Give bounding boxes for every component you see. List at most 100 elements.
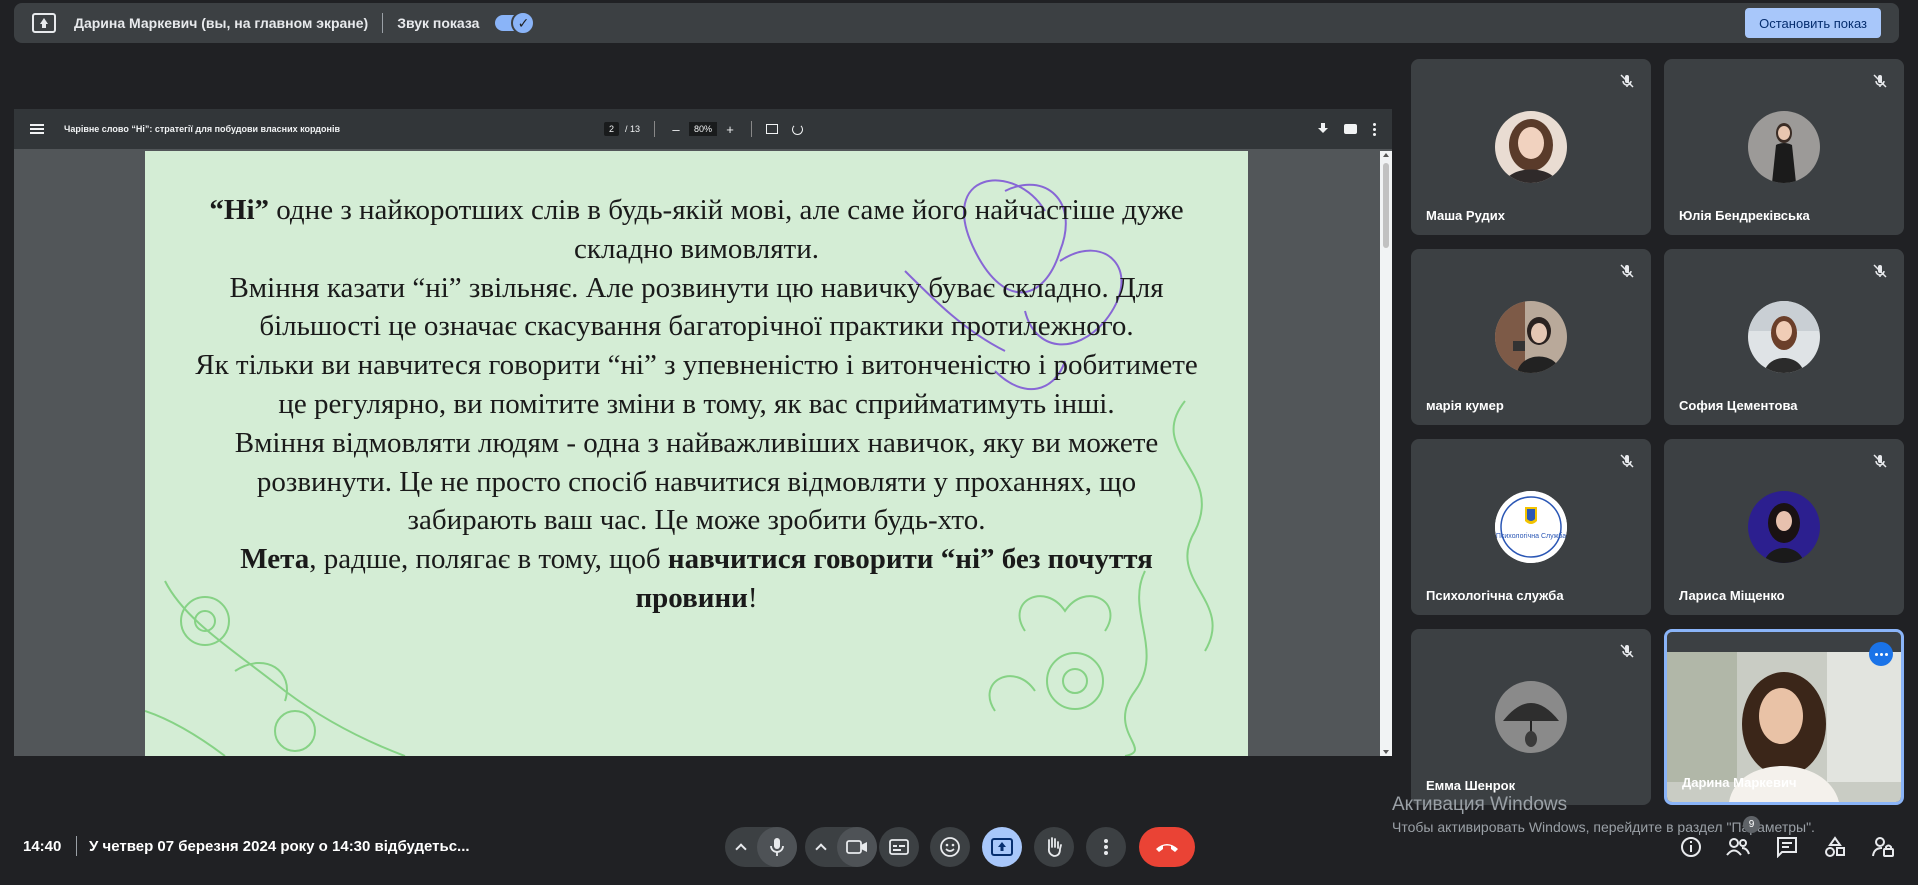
participant-name: Юлія Бендреківська (1679, 208, 1810, 223)
camera-icon (846, 840, 867, 854)
scroll-thumb[interactable] (1383, 163, 1389, 248)
divider (382, 13, 384, 33)
pdf-toolbar: Чарівне слово “Ні”: стратегії для побудо… (14, 109, 1392, 149)
activation-title: Активация Windows (1392, 794, 1568, 815)
participant-tile[interactable]: марія кумер (1411, 249, 1651, 425)
zoom-input[interactable]: 80% (689, 122, 718, 136)
paragraph-2: Вміння казати “ні” звільняє. Але розвину… (229, 271, 1164, 343)
pdf-controls: 2 / 13 – 80% + (604, 109, 804, 149)
paragraph-3: Як тільки ви навчитеся говорити “ні” з у… (195, 349, 1198, 420)
participant-name: Лариса Міщенко (1679, 588, 1785, 603)
reactions-button[interactable] (930, 827, 970, 867)
avatar: Психологічна Служба (1495, 491, 1567, 563)
mic-off-icon (1873, 454, 1887, 468)
avatar (1495, 111, 1567, 183)
captions-icon (889, 839, 909, 855)
host-controls-button[interactable] (1870, 834, 1896, 860)
paragraph-1: “Ні” одне з найкоротших слів в будь-якій… (145, 191, 1248, 269)
goal-emphasis: навчитися говорити “ні” без почуття пров… (635, 543, 1153, 614)
check-icon: ✓ (511, 11, 536, 35)
present-screen-icon (32, 13, 56, 33)
participant-name: Дарина Маркевич (1682, 775, 1797, 790)
zoom-in-button[interactable]: + (723, 122, 737, 137)
presenting-bar: Дарина Маркевич (вы, на главном экране) … (14, 3, 1899, 43)
participants-count-badge: 9 (1743, 816, 1760, 833)
goal-word: Мета (240, 543, 310, 576)
participant-tile[interactable]: Лариса Міщенко (1664, 439, 1904, 615)
more-options-button[interactable] (1869, 642, 1893, 666)
pdf-page: “Ні” одне з найкоротших слів в будь-якій… (145, 151, 1248, 756)
leave-call-button[interactable] (1139, 827, 1195, 867)
people-button[interactable] (1725, 834, 1751, 860)
mic-icon (770, 838, 784, 856)
mic-off-icon (1620, 454, 1634, 468)
participant-name: Маша Рудих (1426, 208, 1505, 223)
self-video-tile[interactable]: Дарина Маркевич (1664, 629, 1904, 805)
divider (751, 121, 753, 137)
mic-off-icon (1620, 264, 1634, 278)
pdf-scrollbar[interactable] (1380, 151, 1392, 756)
more-vert-icon[interactable] (1373, 122, 1376, 136)
avatar (1748, 491, 1820, 563)
mic-off-icon (1620, 74, 1634, 88)
participant-tile[interactable]: Маша Рудих (1411, 59, 1651, 235)
paragraph-4: Вміння відмовляти людям - одна з найважл… (234, 426, 1159, 537)
divider (76, 836, 77, 856)
divider (654, 121, 656, 137)
mic-button[interactable] (757, 827, 797, 867)
pdf-title: Чарівне слово “Ні”: стратегії для побудо… (64, 124, 340, 134)
page-number-input[interactable]: 2 (604, 122, 620, 136)
participant-tile[interactable]: Емма Шенрок (1411, 629, 1651, 805)
menu-icon[interactable] (30, 124, 44, 134)
share-audio-label: Звук показа (397, 15, 480, 31)
scroll-up-icon[interactable] (1383, 153, 1389, 157)
download-icon[interactable] (1318, 123, 1328, 135)
shared-screen: Чарівне слово “Ні”: стратегії для побудо… (14, 109, 1392, 756)
participant-name: марія кумер (1426, 398, 1504, 413)
paragraph-5-end: ! (747, 581, 758, 614)
participant-tile[interactable]: Юлія Бендреківська (1664, 59, 1904, 235)
participant-name: София Цементова (1679, 398, 1798, 413)
rotate-icon[interactable] (792, 123, 804, 135)
presenting-title: Дарина Маркевич (вы, на главном экране) (74, 15, 369, 31)
participant-tile[interactable]: София Цементова (1664, 249, 1904, 425)
video-settings-chevron[interactable] (805, 841, 837, 855)
lock-person-icon (1872, 837, 1894, 857)
camera-control-group (805, 827, 877, 867)
mic-off-icon (1873, 264, 1887, 278)
participant-tile[interactable]: Психологічна Служба Психологічна служба (1411, 439, 1651, 615)
avatar (1495, 301, 1567, 373)
scroll-down-icon[interactable] (1383, 750, 1389, 754)
share-audio-toggle[interactable]: ✓ (495, 11, 536, 35)
camera-button[interactable] (837, 827, 877, 867)
meet-window: Дарина Маркевич (вы, на главном экране) … (0, 0, 1918, 885)
more-options-button[interactable] (1086, 827, 1126, 867)
zoom-out-button[interactable]: – (669, 122, 683, 137)
meeting-title[interactable]: У четвер 07 березня 2024 року о 14:30 ві… (89, 838, 470, 855)
more-vert-icon (1104, 839, 1108, 855)
meeting-details-button[interactable] (1678, 834, 1704, 860)
present-now-button[interactable] (982, 827, 1022, 867)
mic-control-group (725, 827, 797, 867)
fit-page-icon[interactable] (766, 124, 779, 134)
avatar (1748, 111, 1820, 183)
chat-button[interactable] (1774, 834, 1800, 860)
page-total: / 13 (625, 124, 641, 134)
chat-icon (1777, 837, 1797, 858)
hangup-icon (1156, 844, 1178, 852)
mic-off-icon (1620, 644, 1634, 658)
avatar (1495, 681, 1567, 753)
mic-off-icon (1873, 74, 1887, 88)
raise-hand-button[interactable] (1034, 827, 1074, 867)
hand-icon (1047, 837, 1062, 857)
activities-button[interactable] (1822, 834, 1848, 860)
print-icon[interactable] (1344, 124, 1357, 134)
paragraph-5-text: , радше, полягає в тому, щоб (309, 543, 668, 576)
slide-text: “Ні” одне з найкоротших слів в будь-якій… (145, 191, 1248, 618)
participant-name: Емма Шенрок (1426, 778, 1516, 793)
paragraph-5: Мета, радше, полягає в тому, щоб навчити… (145, 540, 1248, 618)
audio-settings-chevron[interactable] (725, 841, 757, 855)
stop-presenting-button[interactable]: Остановить показ (1745, 8, 1881, 38)
info-icon (1681, 837, 1701, 857)
captions-button[interactable] (879, 827, 919, 867)
